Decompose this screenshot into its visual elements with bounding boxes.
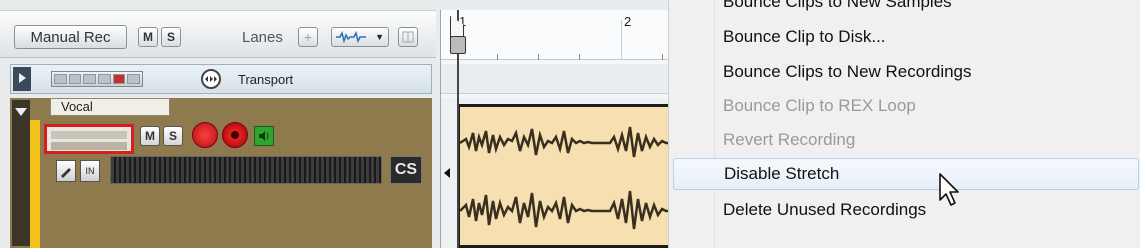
- level-meter: [110, 156, 382, 184]
- timeline-area[interactable]: 1 2: [440, 10, 671, 248]
- lane-arrow-icon: [442, 168, 452, 180]
- sequencer-toolbar: Manual Rec M S Lanes + ▼: [0, 10, 436, 58]
- collapse-arrow-icon[interactable]: [12, 100, 30, 246]
- record-enable-icon[interactable]: [222, 122, 248, 148]
- add-lane-button[interactable]: +: [298, 27, 318, 47]
- track-mute-button[interactable]: M: [140, 126, 160, 146]
- menu-item-bounce-clip-to-rex-loop: Bounce Clip to REX Loop: [723, 96, 916, 115]
- menu-item-bounce-clips-to-new-samples[interactable]: Bounce Clips to New Samples: [673, 0, 1139, 18]
- lanes-label: Lanes: [242, 29, 283, 46]
- menu-item-revert-recording: Revert Recording: [723, 130, 856, 149]
- ruler-bar-2: 2: [624, 14, 632, 29]
- mouse-cursor-icon: [939, 173, 959, 206]
- track-color-strip: [30, 120, 40, 248]
- lane-options-button[interactable]: [398, 27, 418, 47]
- device-thumbnail[interactable]: [44, 124, 134, 154]
- menu-item-bounce-clips-to-new-recordings[interactable]: Bounce Clips to New Recordings: [673, 56, 1139, 88]
- context-menu: Bounce Clips to New Samples Bounce Clip …: [668, 0, 1140, 248]
- track-name[interactable]: Vocal: [50, 98, 170, 116]
- manual-rec-button[interactable]: Manual Rec: [14, 25, 127, 49]
- channel-strip-button[interactable]: CS: [390, 156, 422, 184]
- monitor-icon[interactable]: IN: [80, 160, 100, 182]
- waveform: [460, 126, 671, 230]
- transport-track[interactable]: Transport: [10, 64, 432, 94]
- lanes-dropdown[interactable]: ▼: [331, 27, 389, 47]
- chevron-down-icon: ▼: [375, 32, 384, 42]
- playhead-handle[interactable]: [450, 36, 466, 54]
- audio-clip[interactable]: [457, 104, 671, 248]
- speaker-icon[interactable]: [254, 126, 274, 146]
- menu-item-disable-stretch[interactable]: Disable Stretch: [673, 158, 1139, 190]
- waveform-icon: [336, 31, 366, 43]
- grid-icon: [402, 31, 414, 43]
- menu-item-bounce-clip-to-disk[interactable]: Bounce Clip to Disk...: [673, 21, 1139, 53]
- vocal-track[interactable]: Vocal M S IN CS: [10, 98, 432, 248]
- track-solo-button[interactable]: S: [163, 126, 183, 146]
- transport-lane: [441, 64, 669, 94]
- solo-all-button[interactable]: S: [161, 27, 181, 47]
- mini-transport-controls: [51, 71, 143, 87]
- expand-arrow-icon[interactable]: [13, 67, 31, 91]
- menu-item-delete-unused-recordings[interactable]: Delete Unused Recordings: [673, 194, 1139, 226]
- bar-ruler[interactable]: 1 2: [441, 10, 669, 60]
- automation-tool-icon[interactable]: [56, 160, 76, 182]
- record-arm-icon[interactable]: [192, 122, 218, 148]
- transport-track-label: Transport: [238, 72, 294, 87]
- mute-all-button[interactable]: M: [138, 27, 158, 47]
- transport-icon: [201, 69, 221, 89]
- track-list-panel: Manual Rec M S Lanes + ▼ Transport Vocal: [0, 0, 436, 248]
